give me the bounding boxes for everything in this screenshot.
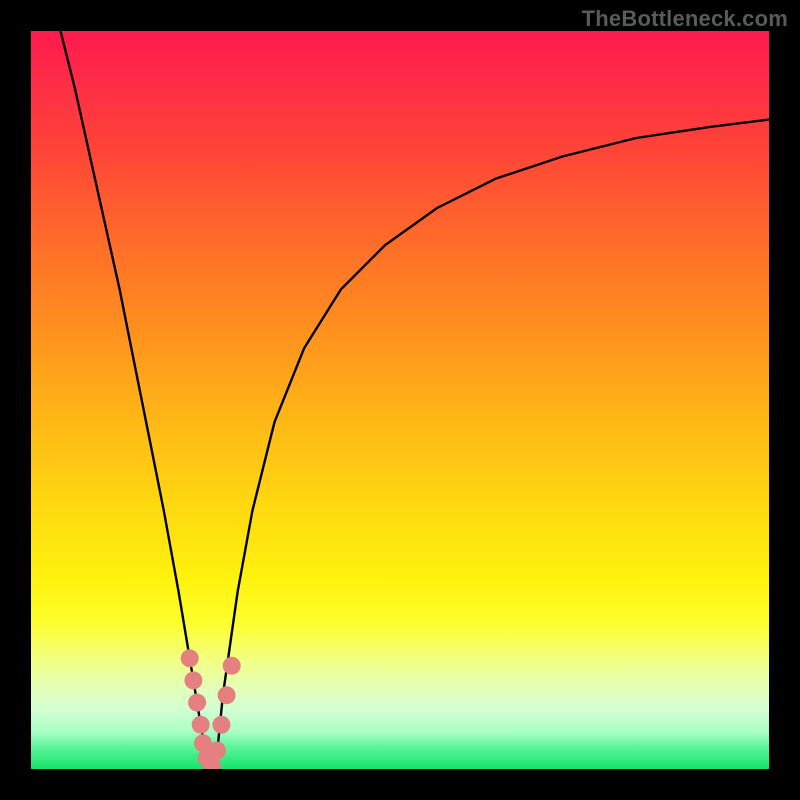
curve-layer [31, 31, 769, 769]
marker-dot [192, 716, 210, 734]
marker-dot [181, 649, 199, 667]
plot-area [31, 31, 769, 769]
marker-dot [184, 671, 202, 689]
marker-dot [212, 716, 230, 734]
marker-dot [188, 694, 206, 712]
marker-dot [218, 686, 236, 704]
watermark-text: TheBottleneck.com [582, 6, 788, 32]
marker-dot [223, 657, 241, 675]
marker-dot [208, 742, 226, 760]
chart-frame: TheBottleneck.com [0, 0, 800, 800]
marker-group [181, 649, 241, 769]
curve-right-branch [216, 120, 770, 769]
